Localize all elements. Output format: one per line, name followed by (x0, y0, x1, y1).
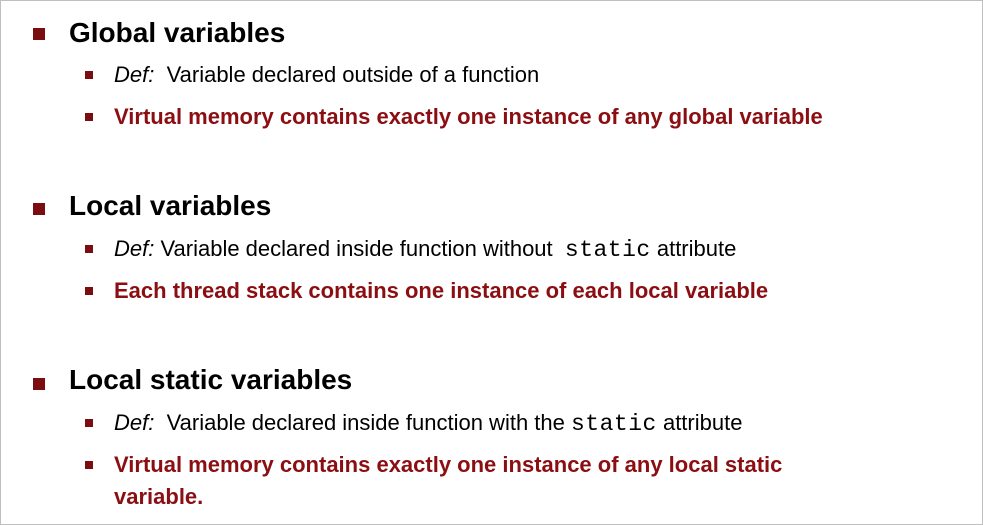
definition-text-end: attribute (662, 410, 743, 435)
square-bullet-icon (33, 203, 45, 215)
def-label: Def: (114, 62, 155, 87)
square-bullet-icon (85, 461, 93, 469)
section-heading: Local variables (69, 190, 272, 221)
square-bullet-icon (33, 28, 45, 40)
definition-text: Variable declared inside function withou… (160, 236, 553, 261)
square-bullet-icon (85, 245, 93, 253)
key-point-line: Virtual memory contains exactly one inst… (114, 452, 783, 477)
square-bullet-icon (85, 419, 93, 427)
section-heading: Global variables (69, 17, 286, 48)
key-point-line-continuation: variable. (114, 484, 204, 509)
definition-text: Variable declared inside function with t… (166, 410, 565, 435)
code-keyword: static (564, 237, 651, 263)
definition-line: Def: Variable declared outside of a func… (114, 60, 539, 90)
definition-line: Def: Variable declared inside function w… (114, 234, 736, 265)
definition-text: Variable declared outside of a function (166, 62, 540, 87)
key-point-line: Each thread stack contains one instance … (114, 278, 769, 303)
slide: Global variables Def: Variable declared … (0, 0, 983, 525)
def-label: Def: (114, 410, 155, 435)
definition-line: Def: Variable declared inside function w… (114, 408, 742, 439)
square-bullet-icon (33, 378, 45, 390)
definition-text-end: attribute (656, 236, 737, 261)
square-bullet-icon (85, 71, 93, 79)
code-keyword: static (571, 411, 657, 437)
square-bullet-icon (85, 113, 93, 121)
def-label: Def: (114, 236, 155, 261)
section-heading: Local static variables (69, 364, 353, 395)
key-point-line: Virtual memory contains exactly one inst… (114, 104, 823, 129)
square-bullet-icon (85, 287, 93, 295)
